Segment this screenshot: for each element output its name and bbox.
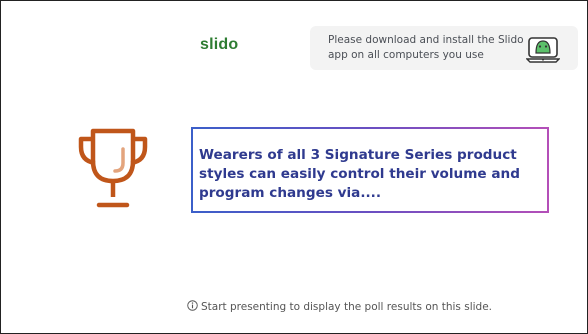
install-notice-text: Please download and install the Slido ap… bbox=[328, 34, 524, 61]
slide-canvas: slido Please download and install the Sl… bbox=[0, 0, 588, 334]
presenting-hint: Start presenting to display the poll res… bbox=[187, 300, 507, 313]
slido-logo: slido bbox=[200, 36, 239, 53]
slido-app-icon bbox=[526, 37, 560, 63]
presenting-hint-text: Start presenting to display the poll res… bbox=[201, 301, 493, 313]
info-icon bbox=[187, 300, 198, 311]
poll-question-text: Wearers of all 3 Signature Series produc… bbox=[199, 147, 520, 201]
poll-question-box: Wearers of all 3 Signature Series produc… bbox=[191, 127, 549, 213]
install-notice: Please download and install the Slido ap… bbox=[310, 26, 578, 70]
trophy-icon bbox=[78, 128, 148, 208]
